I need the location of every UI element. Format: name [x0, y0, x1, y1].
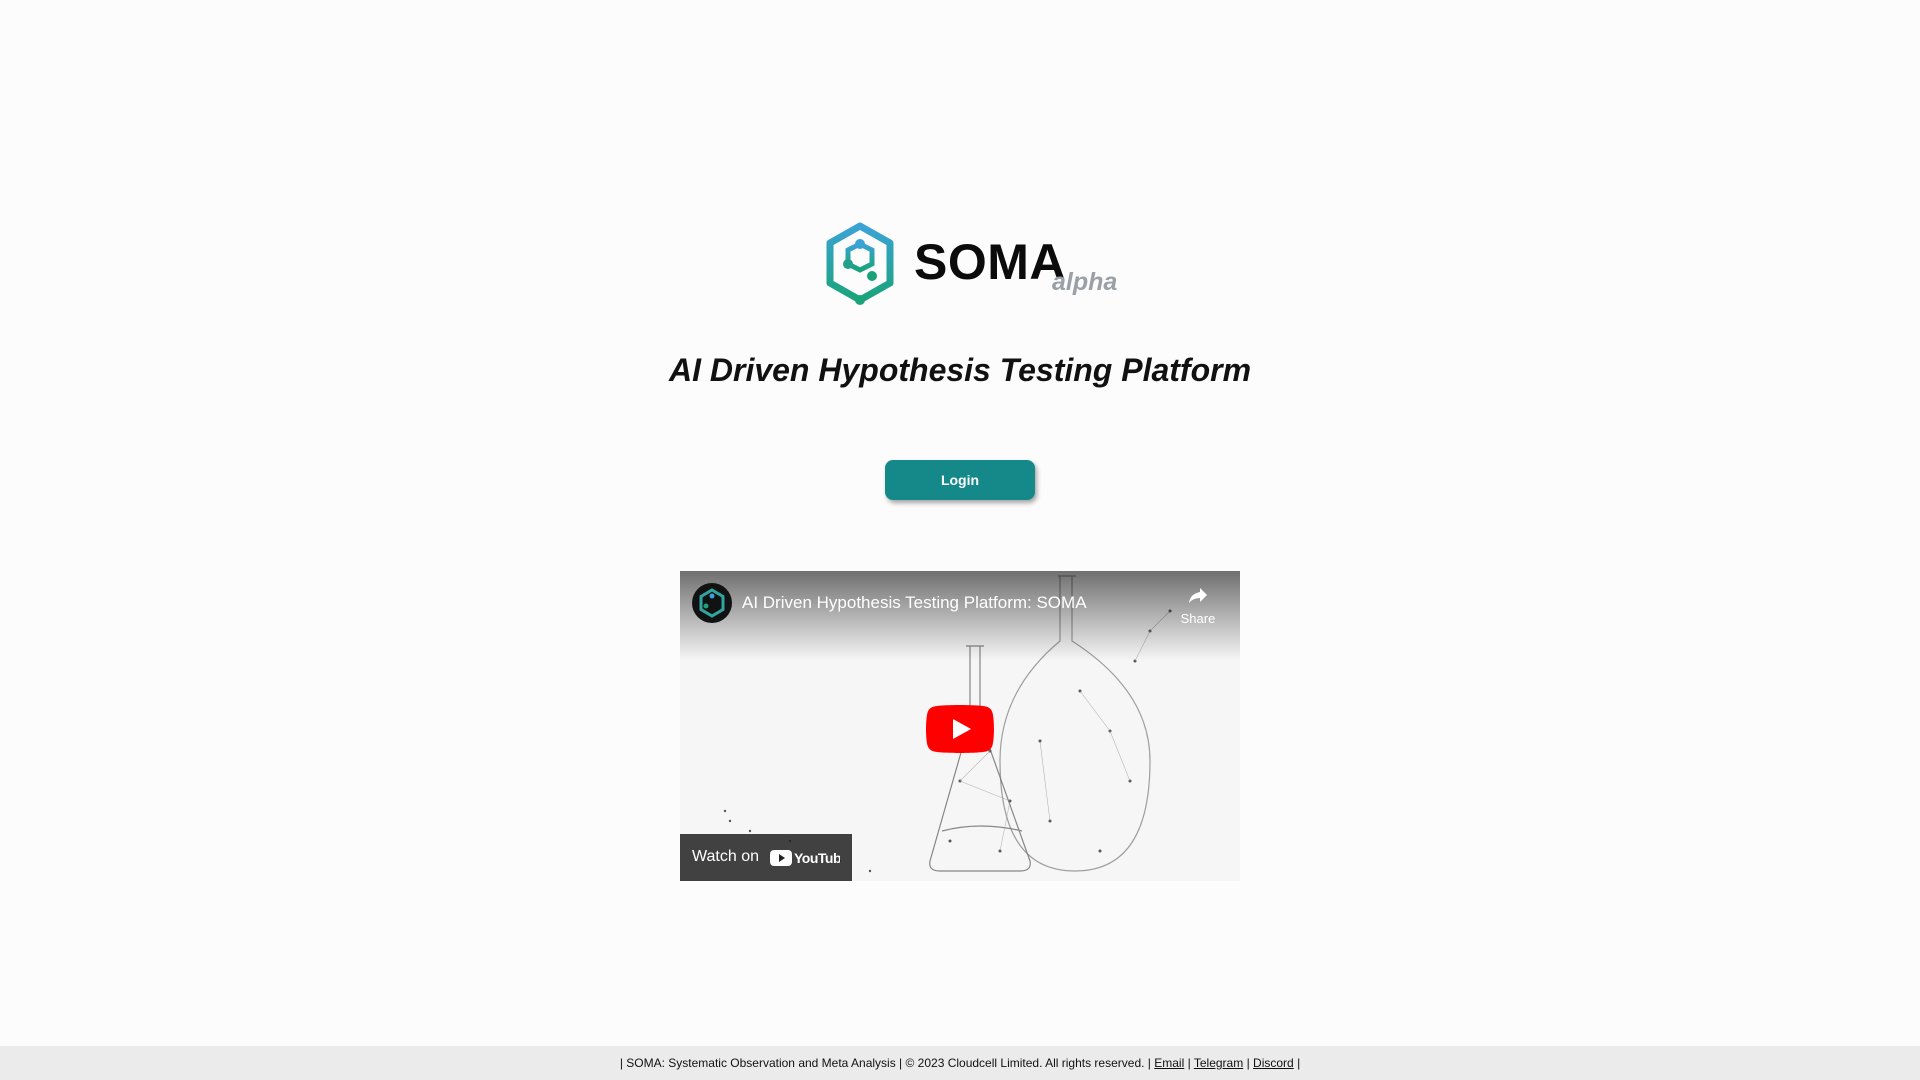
youtube-logo-icon: YouTube — [770, 850, 840, 866]
channel-avatar[interactable] — [692, 583, 732, 623]
share-label: Share — [1180, 611, 1216, 626]
landing-page: SOMA alpha AI Driven Hypothesis Testing … — [0, 0, 1920, 1080]
soma-hexagon-icon — [826, 222, 894, 305]
footer-copyright: | SOMA: Systematic Observation and Meta … — [619, 1056, 1151, 1070]
brand-logo: SOMA alpha — [820, 220, 1120, 310]
youtube-video-embed[interactable]: AI Driven Hypothesis Testing Platform: S… — [680, 571, 1240, 881]
footer-telegram-link[interactable]: Telegram — [1194, 1056, 1243, 1070]
footer-separator: | — [1246, 1056, 1250, 1070]
footer-discord-link[interactable]: Discord — [1253, 1056, 1294, 1070]
login-button[interactable]: Login — [885, 460, 1035, 500]
share-icon — [1189, 588, 1207, 603]
page-footer: | SOMA: Systematic Observation and Meta … — [0, 1046, 1920, 1080]
youtube-wordmark: YouTube — [794, 850, 840, 866]
brand-version-label: alpha — [1052, 268, 1118, 296]
footer-separator: | — [1297, 1056, 1301, 1070]
play-icon[interactable] — [926, 705, 994, 753]
soma-hexagon-icon — [699, 588, 725, 618]
share-button[interactable]: Share — [1176, 583, 1220, 633]
watch-on-youtube-button[interactable]: Watch on YouTube — [680, 834, 852, 881]
video-title[interactable]: AI Driven Hypothesis Testing Platform: S… — [742, 593, 1087, 613]
footer-email-link[interactable]: Email — [1154, 1056, 1184, 1070]
video-title-overlay — [680, 571, 1240, 661]
brand-name: SOMA — [914, 234, 1066, 290]
page-tagline: AI Driven Hypothesis Testing Platform — [668, 352, 1252, 388]
footer-separator: | — [1187, 1056, 1191, 1070]
watch-on-label: Watch on — [692, 848, 759, 865]
